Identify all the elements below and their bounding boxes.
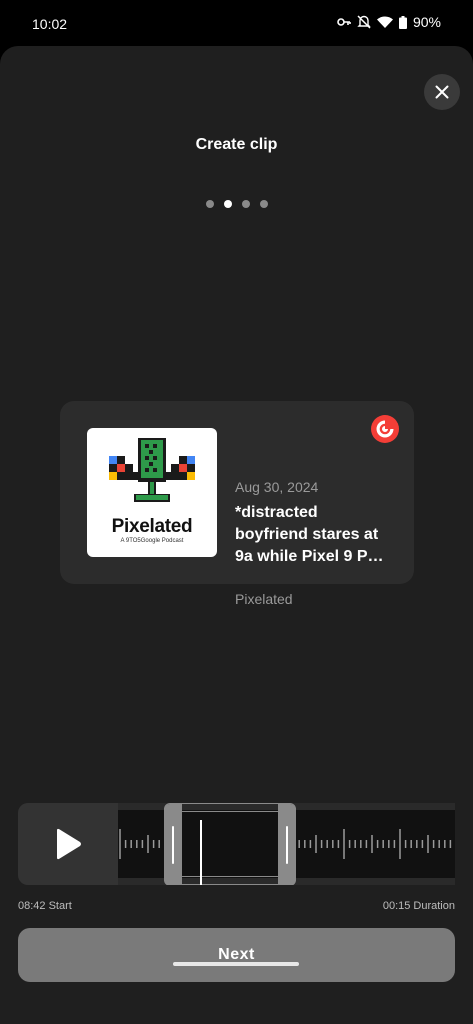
battery-percent: 90% bbox=[412, 14, 441, 30]
artwork-tagline: A 9TO5Google Podcast bbox=[120, 538, 184, 544]
step-indicator bbox=[0, 200, 473, 208]
page-title: Create clip bbox=[195, 136, 278, 153]
episode-title: *distracted boyfriend stares at 9a while… bbox=[235, 504, 384, 565]
pixelated-mascot-icon bbox=[109, 438, 195, 502]
step-dot bbox=[205, 200, 214, 208]
clip-start-time: 08:42 Start bbox=[18, 900, 72, 912]
podcast-artwork: Pixelated A 9TO5Google Podcast bbox=[87, 428, 217, 557]
clip-selection[interactable] bbox=[164, 803, 296, 885]
selection-start-handle[interactable] bbox=[164, 804, 182, 885]
playhead bbox=[200, 820, 202, 885]
selection-window bbox=[182, 811, 278, 885]
play-button[interactable] bbox=[18, 803, 118, 885]
status-time: 10:02 bbox=[32, 16, 68, 32]
clip-duration: 00:15 Duration bbox=[382, 900, 455, 912]
pocket-casts-logo-icon bbox=[371, 415, 399, 443]
status-bar: 10:02 90% bbox=[0, 0, 473, 46]
step-dot bbox=[259, 200, 268, 208]
step-dot-active bbox=[223, 200, 232, 208]
mute-icon bbox=[357, 15, 371, 29]
step-dot bbox=[241, 200, 250, 208]
wifi-icon bbox=[376, 16, 393, 28]
close-button[interactable] bbox=[424, 74, 460, 110]
episode-card: Pixelated A 9TO5Google Podcast Aug 30, 2… bbox=[60, 401, 414, 607]
next-button[interactable]: Next bbox=[18, 928, 455, 982]
close-icon bbox=[435, 85, 449, 99]
status-icons: 90% bbox=[337, 14, 441, 30]
episode-show-name: Pixelated bbox=[235, 591, 293, 607]
create-clip-sheet: Create clip Pixelated A 9TO5Google Podca… bbox=[0, 46, 473, 1024]
episode-date: Aug 30, 2024 bbox=[235, 479, 319, 495]
home-indicator[interactable] bbox=[173, 962, 299, 966]
play-icon bbox=[57, 828, 81, 860]
artwork-title: Pixelated bbox=[111, 516, 193, 537]
vpn-key-icon bbox=[337, 18, 351, 26]
clip-timeline[interactable] bbox=[18, 803, 455, 885]
battery-icon bbox=[398, 15, 407, 29]
selection-end-handle[interactable] bbox=[278, 804, 296, 885]
